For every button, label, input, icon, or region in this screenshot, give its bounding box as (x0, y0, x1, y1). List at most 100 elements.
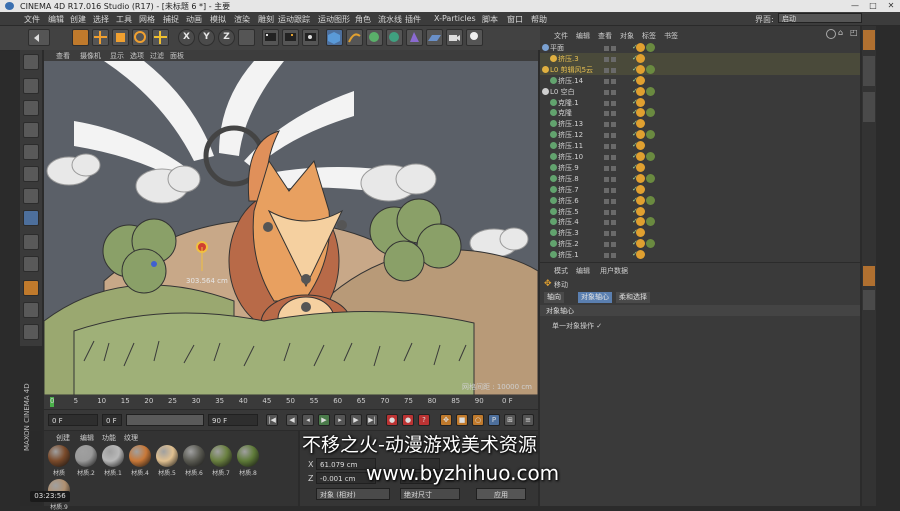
material-tag-icon[interactable] (646, 217, 655, 227)
object-row[interactable]: 挤压.3 ✓ (540, 227, 860, 238)
rotate-tool-button[interactable] (132, 29, 149, 46)
go-to-end-button[interactable]: ▶| (366, 414, 378, 426)
visibility-dots[interactable] (604, 142, 622, 150)
visibility-dots[interactable] (604, 153, 622, 160)
material-menu-2[interactable]: 功能 (102, 433, 116, 443)
material-tag-icon[interactable] (636, 75, 645, 85)
visibility-dots[interactable] (604, 109, 622, 117)
menu-item-6[interactable]: 捕捉 (163, 14, 179, 25)
apply-button[interactable]: 应用 (476, 488, 526, 500)
material-tag-icon[interactable] (636, 152, 645, 161)
array-button[interactable] (386, 29, 403, 46)
pen-spline-button[interactable] (346, 29, 363, 46)
material-tag-icon[interactable] (646, 130, 655, 140)
side-tab-structure[interactable] (863, 92, 875, 122)
visibility-dots[interactable] (604, 88, 622, 95)
visibility-dots[interactable] (604, 77, 622, 84)
visibility-dots[interactable] (604, 218, 622, 226)
object-row[interactable]: 挤压.9 ✓ (540, 162, 860, 173)
workplane-button[interactable] (23, 302, 39, 318)
material-swatch[interactable]: 材质.1 (100, 445, 126, 477)
layout-dropdown[interactable]: 启动 (778, 13, 862, 23)
dock-icon[interactable]: ◰ (850, 29, 858, 37)
menu-item-3[interactable]: 选择 (93, 14, 109, 25)
material-tag-icon[interactable] (636, 195, 645, 205)
material-swatch[interactable]: 材质.6 (181, 445, 207, 477)
visibility-dots[interactable] (604, 44, 622, 51)
3d-viewport[interactable]: 303.564 cm 网格间距 : 10000 cm (44, 61, 538, 395)
cube-primitive-button[interactable] (326, 29, 343, 46)
close-button[interactable]: ✕ (882, 0, 900, 12)
visibility-dots[interactable] (604, 66, 622, 73)
material-tag-icon[interactable] (646, 173, 655, 183)
x-axis-lock-button[interactable]: X (178, 29, 195, 46)
attribute-tab-2[interactable]: 柔和选择 (616, 292, 650, 303)
points-mode-button[interactable] (23, 144, 39, 160)
material-swatch[interactable]: 材质.5 (154, 445, 180, 477)
material-tag-icon[interactable] (636, 86, 645, 96)
material-tag-icon[interactable] (646, 64, 655, 74)
autokey-button[interactable]: ● (402, 414, 414, 426)
object-row[interactable]: 挤压.14 ✓ (540, 75, 860, 86)
keyframe-selection-button[interactable]: ? (418, 414, 430, 426)
object-row[interactable]: 挤压.7 ✓ (540, 184, 860, 195)
object-row[interactable]: 挤压.10 ✓ (540, 151, 860, 162)
tweak-mode-button[interactable] (23, 234, 39, 250)
axis-mode-button[interactable] (23, 210, 39, 226)
material-tag-icon[interactable] (636, 173, 645, 183)
menu-item-13[interactable]: 角色 (355, 14, 371, 25)
object-row[interactable]: 克隆.1 ✓ (540, 97, 860, 108)
subdivision-surface-button[interactable] (366, 29, 383, 46)
scale-tool-button[interactable] (112, 29, 129, 46)
minimize-button[interactable]: — (846, 0, 864, 12)
menu-item-12[interactable]: 运动图形 (318, 14, 350, 25)
play-button[interactable]: ▶ (318, 414, 330, 426)
side-tab-attributes[interactable] (863, 266, 875, 286)
menu-item-10[interactable]: 雕刻 (258, 14, 274, 25)
coordinate-system-button[interactable] (238, 29, 255, 46)
material-tag-icon[interactable] (636, 162, 645, 172)
visibility-dots[interactable] (604, 208, 622, 215)
key-pla-button[interactable]: ⊞ (504, 414, 516, 426)
home-icon[interactable]: ⌂ (838, 29, 846, 37)
record-button[interactable]: ● (386, 414, 398, 426)
object-row[interactable]: 挤压.4 ✓ (540, 216, 860, 227)
key-position-button[interactable]: ✥ (440, 414, 452, 426)
visibility-dots[interactable] (604, 240, 622, 248)
menu-item-11[interactable]: 运动跟踪 (278, 14, 310, 25)
material-tag-icon[interactable] (646, 108, 655, 118)
object-menu-1[interactable]: 编辑 (576, 31, 590, 41)
object-menu-4[interactable]: 标签 (642, 31, 656, 41)
object-menu-0[interactable]: 文件 (554, 31, 568, 41)
workplane-mode-button[interactable] (23, 122, 39, 138)
material-tag-icon[interactable] (636, 43, 645, 52)
model-mode-button[interactable] (23, 78, 39, 94)
move-tool-button[interactable] (92, 29, 109, 46)
material-menu-0[interactable]: 创建 (56, 433, 70, 443)
camera-button[interactable] (446, 29, 463, 46)
object-row[interactable]: L0 剪辑风5云 ✓ (540, 63, 860, 75)
object-menu-5[interactable]: 书签 (664, 31, 678, 41)
menu-item-2[interactable]: 创建 (70, 14, 86, 25)
menu-item-5[interactable]: 网格 (139, 14, 155, 25)
material-swatch[interactable]: 材质 (46, 445, 72, 477)
menu-item-19[interactable]: 帮助 (531, 14, 547, 25)
material-tag-icon[interactable] (636, 97, 645, 107)
prev-frame-button[interactable]: ◂ (302, 414, 314, 426)
solo-mode-button[interactable] (23, 256, 39, 272)
viewport-menu-4[interactable]: 过滤 (150, 51, 164, 61)
single-object-option[interactable]: 单一对象操作 ✓ (552, 321, 602, 331)
object-row[interactable]: 挤压.11 ✓ (540, 140, 860, 151)
object-menu-3[interactable]: 对象 (620, 31, 634, 41)
material-tag-icon[interactable] (636, 206, 645, 216)
material-menu-1[interactable]: 编辑 (80, 433, 94, 443)
visibility-dots[interactable] (604, 186, 622, 193)
live-select-button[interactable] (72, 29, 89, 46)
viewport-menu-0[interactable]: 查看 (56, 51, 70, 61)
menu-item-0[interactable]: 文件 (24, 14, 40, 25)
viewport-menu-3[interactable]: 选项 (130, 51, 144, 61)
menu-item-16[interactable]: X-Particles (434, 14, 476, 23)
menu-item-14[interactable]: 流水线 (378, 14, 402, 25)
light-button[interactable] (466, 29, 483, 46)
visibility-dots[interactable] (604, 175, 622, 182)
